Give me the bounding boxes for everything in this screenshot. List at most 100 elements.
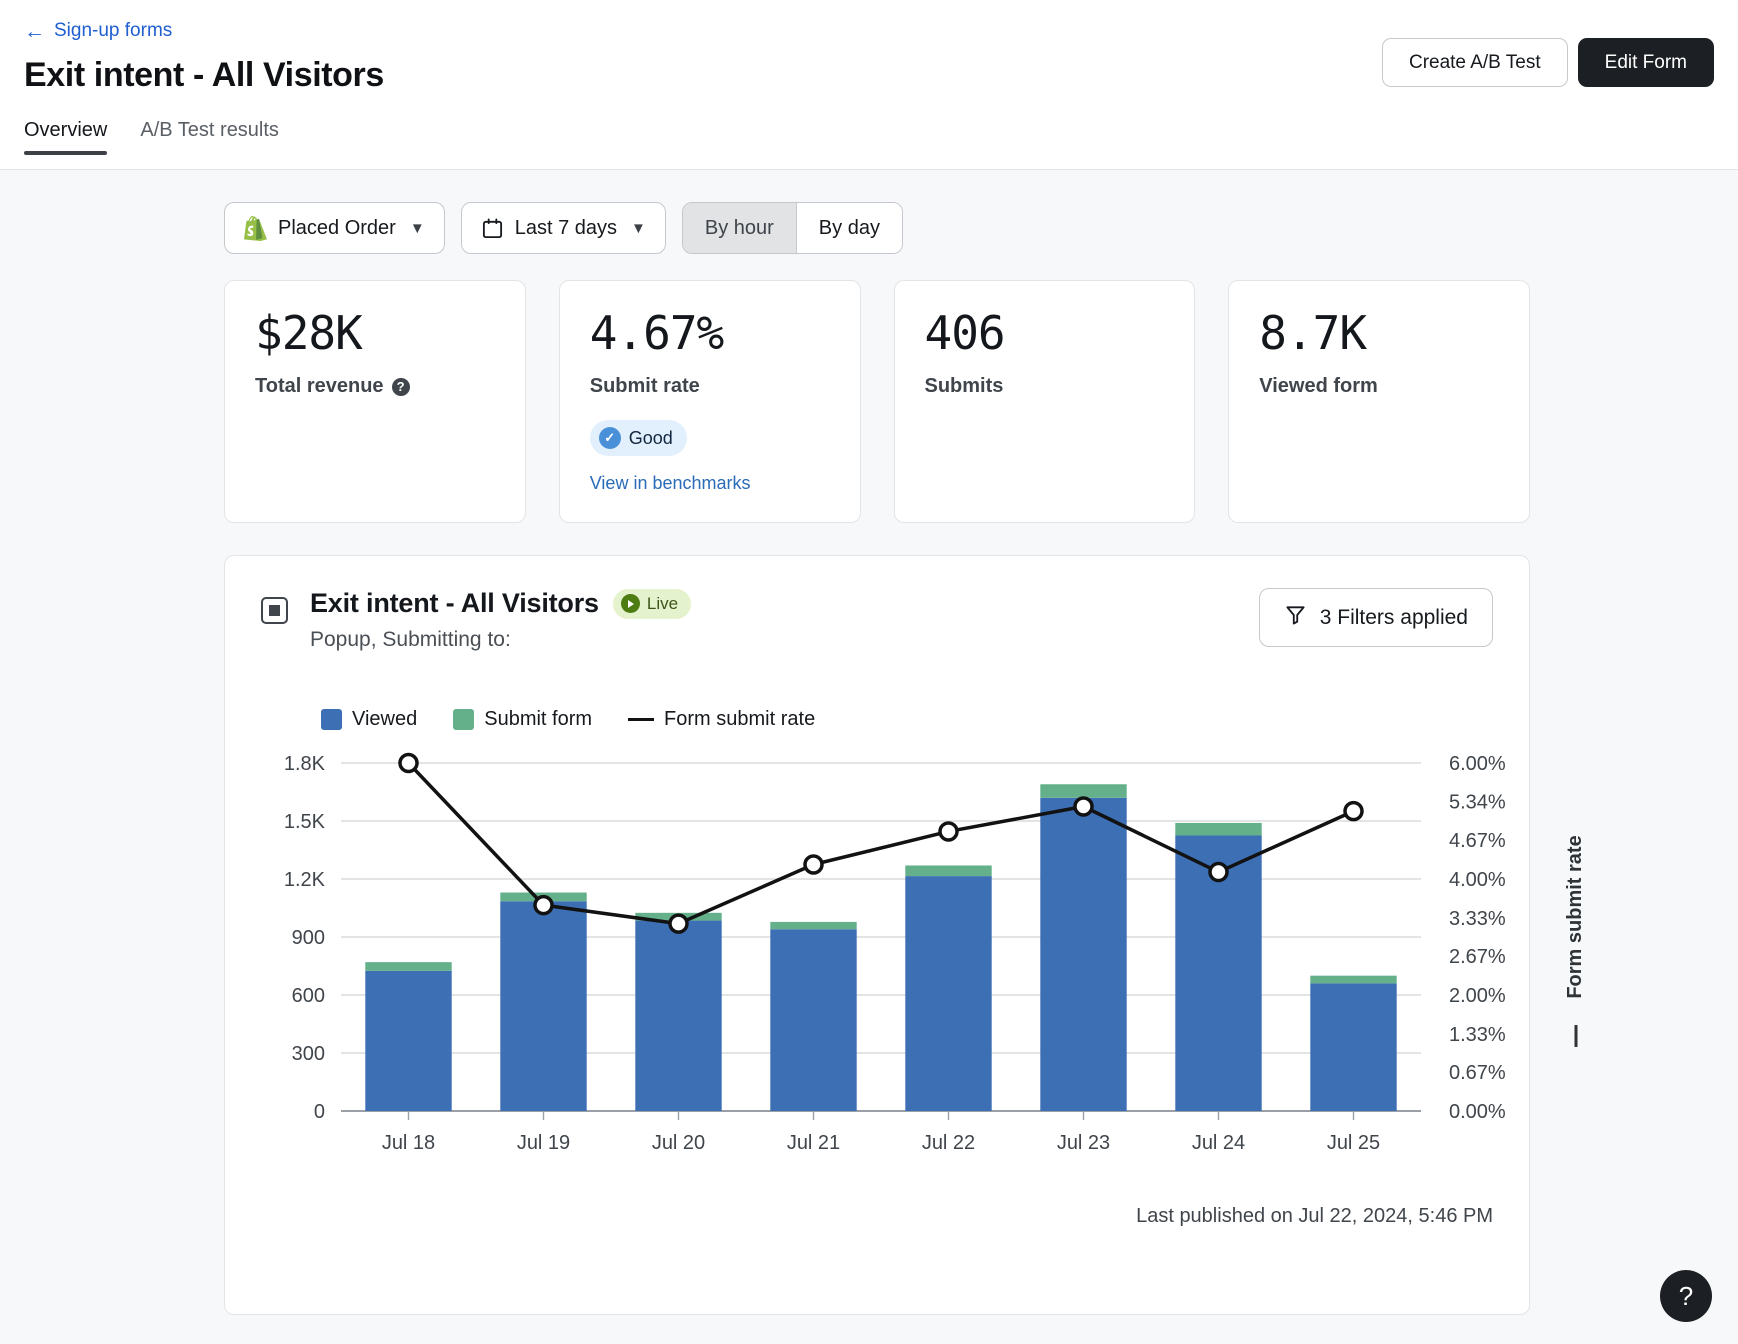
line-point[interactable] [1345, 803, 1362, 820]
bar-segment[interactable] [905, 866, 991, 877]
status-badge: ✓ Good [590, 420, 687, 456]
help-icon[interactable]: ? [392, 378, 410, 396]
live-status-badge: Live [613, 589, 691, 619]
metric-filter-dropdown[interactable]: Placed Order ▼ [224, 202, 445, 254]
legend-label: Viewed [352, 708, 417, 731]
metric-cards: $28K Total revenue ? 4.67% Submit rate ✓… [24, 254, 1714, 523]
legend-label: Form submit rate [664, 708, 815, 731]
date-range-label: Last 7 days [515, 217, 617, 240]
chevron-down-icon: ▼ [631, 220, 646, 237]
page-header: ← Sign-up forms Exit intent - All Visito… [0, 0, 1738, 170]
help-button[interactable]: ? [1660, 1270, 1712, 1322]
chart-panel: Exit intent - All Visitors Live Popup, S… [224, 555, 1530, 1315]
y-axis-left-tick: 1.5K [284, 811, 326, 833]
metric-label-text: Total revenue [255, 375, 384, 398]
granularity-by-day[interactable]: By day [796, 203, 902, 253]
x-axis-tick: Jul 23 [1057, 1132, 1110, 1154]
metric-label: Submit rate [590, 375, 830, 398]
line-point[interactable] [535, 897, 552, 914]
page-content: Placed Order ▼ Last 7 days ▼ By hour By … [0, 170, 1738, 1315]
legend-label: Submit form [484, 708, 592, 731]
bar-segment[interactable] [1040, 785, 1126, 799]
line-point[interactable] [940, 823, 957, 840]
view-in-benchmarks-link[interactable]: View in benchmarks [590, 473, 830, 494]
granularity-by-hour[interactable]: By hour [683, 203, 796, 253]
line-point[interactable] [400, 755, 417, 772]
line-point[interactable] [1210, 864, 1227, 881]
metric-label: Viewed form [1259, 375, 1499, 398]
bar-segment[interactable] [1175, 823, 1261, 836]
y-axis-right-tick: 2.00% [1449, 985, 1506, 1007]
bar-segment[interactable] [770, 922, 856, 929]
y-axis-right-title: Form submit rate [1564, 836, 1586, 999]
calendar-icon [481, 217, 504, 240]
shopify-icon [244, 216, 267, 241]
filters-applied-button[interactable]: 3 Filters applied [1259, 588, 1493, 647]
x-axis-tick: Jul 25 [1327, 1132, 1380, 1154]
x-axis-tick: Jul 22 [922, 1132, 975, 1154]
legend-swatch-viewed [321, 709, 342, 730]
play-icon [621, 594, 640, 613]
chart-legend: Viewed Submit form Form submit rate [321, 708, 1493, 731]
tab-ab-test-results[interactable]: A/B Test results [140, 119, 279, 155]
bar-segment[interactable] [365, 962, 451, 971]
y-axis-right-tick: 4.00% [1449, 869, 1506, 891]
form-icon [261, 597, 288, 624]
y-axis-right-tick: 5.34% [1449, 792, 1506, 814]
metric-label: Total revenue ? [255, 375, 495, 398]
legend-swatch-submit-form [453, 709, 474, 730]
y-axis-right-tick: 2.67% [1449, 946, 1506, 968]
bar-segment[interactable] [1310, 976, 1396, 984]
legend-swatch-form-submit-rate [628, 718, 654, 721]
bar-segment[interactable] [500, 902, 586, 1112]
y-axis-right-tick: 0.67% [1449, 1062, 1506, 1084]
y-axis-right-tick: 3.33% [1449, 908, 1506, 930]
y-axis-left-tick: 900 [292, 927, 325, 949]
date-range-dropdown[interactable]: Last 7 days ▼ [461, 202, 666, 254]
live-status-label: Live [647, 594, 678, 614]
bar-segment[interactable] [770, 930, 856, 1112]
bar-segment[interactable] [1040, 798, 1126, 1111]
x-axis-tick: Jul 21 [787, 1132, 840, 1154]
create-ab-test-button[interactable]: Create A/B Test [1382, 38, 1568, 87]
y-axis-right-tick: 6.00% [1449, 753, 1506, 775]
metric-filter-label: Placed Order [278, 217, 396, 240]
metric-label: Submits [925, 375, 1165, 398]
metric-value: 406 [925, 309, 1165, 357]
chart-panel-title: Exit intent - All Visitors [310, 588, 599, 619]
stacked-bar-line-chart: 03006009001.2K1.5K1.8K0.00%0.67%1.33%2.0… [261, 751, 1671, 1171]
back-link-label: Sign-up forms [54, 20, 172, 42]
x-axis-tick: Jul 20 [652, 1132, 705, 1154]
metric-label-text: Viewed form [1259, 375, 1378, 398]
y-axis-left-tick: 600 [292, 985, 325, 1007]
y-axis-right-tick: 1.33% [1449, 1024, 1506, 1046]
filter-funnel-icon [1284, 603, 1307, 632]
metric-value: 4.67% [590, 309, 830, 357]
line-point[interactable] [670, 915, 687, 932]
bar-segment[interactable] [1310, 984, 1396, 1112]
granularity-toggle: By hour By day [682, 202, 903, 254]
back-to-signup-forms-link[interactable]: ← Sign-up forms [24, 20, 172, 42]
bar-segment[interactable] [905, 876, 991, 1111]
last-published-text: Last published on Jul 22, 2024, 5:46 PM [261, 1205, 1493, 1228]
bar-segment[interactable] [635, 921, 721, 1111]
legend-item-form-submit-rate[interactable]: Form submit rate [628, 708, 815, 731]
edit-form-button[interactable]: Edit Form [1578, 38, 1714, 87]
metric-card-submits: 406 Submits [894, 280, 1196, 523]
legend-item-submit-form[interactable]: Submit form [453, 708, 592, 731]
metric-value: 8.7K [1259, 309, 1499, 357]
tab-bar: Overview A/B Test results [24, 119, 1714, 155]
tab-overview[interactable]: Overview [24, 119, 107, 155]
y-axis-left-tick: 1.8K [284, 753, 326, 775]
y-axis-left-tick: 0 [314, 1101, 325, 1123]
metric-label-text: Submits [925, 375, 1004, 398]
filter-bar: Placed Order ▼ Last 7 days ▼ By hour By … [24, 170, 1714, 254]
chart-panel-subtitle: Popup, Submitting to: [310, 628, 691, 652]
bar-segment[interactable] [365, 971, 451, 1111]
check-circle-icon: ✓ [599, 427, 621, 449]
x-axis-tick: Jul 24 [1192, 1132, 1245, 1154]
line-point[interactable] [1075, 798, 1092, 815]
legend-item-viewed[interactable]: Viewed [321, 708, 417, 731]
arrow-left-icon: ← [24, 21, 45, 42]
line-point[interactable] [805, 856, 822, 873]
